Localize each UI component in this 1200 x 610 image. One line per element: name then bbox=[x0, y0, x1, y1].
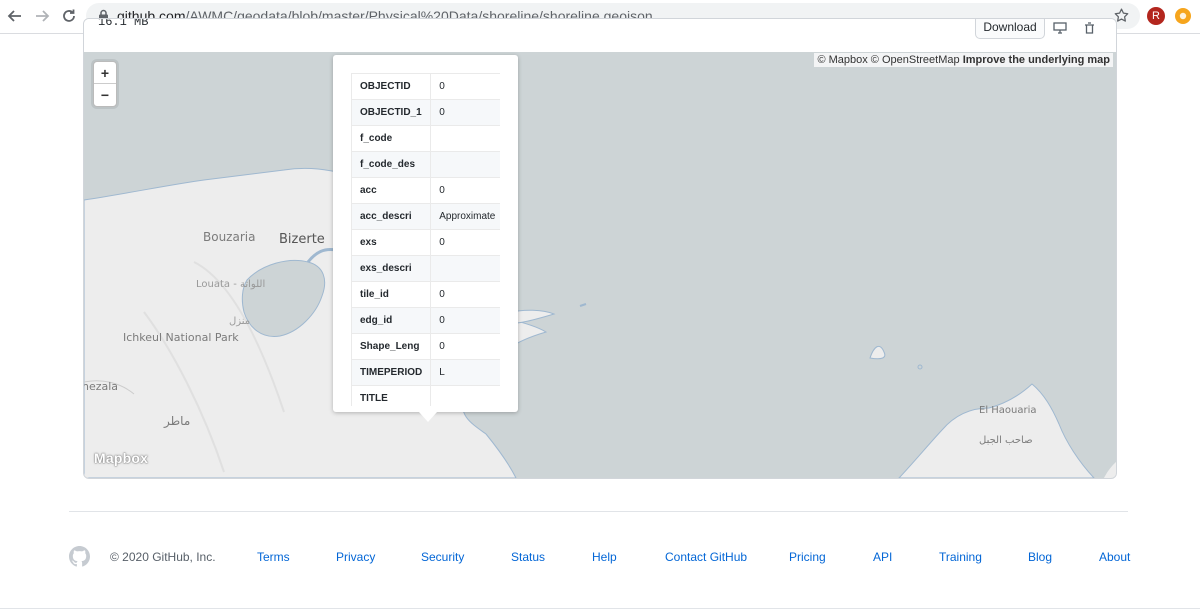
map-base bbox=[84, 52, 1116, 478]
extension-icon[interactable] bbox=[1175, 8, 1191, 24]
reload-icon[interactable] bbox=[58, 5, 80, 27]
back-arrow-icon[interactable] bbox=[4, 5, 26, 27]
property-value bbox=[430, 151, 500, 178]
mapbox-attribution-link[interactable]: © Mapbox bbox=[817, 54, 867, 66]
footer-link-terms[interactable]: Terms bbox=[257, 550, 290, 564]
zoom-control: + − bbox=[93, 61, 117, 107]
property-key: exs_descri bbox=[351, 255, 432, 282]
footer-copyright: © 2020 GitHub, Inc. bbox=[110, 550, 216, 564]
property-key: acc_descri bbox=[351, 203, 432, 230]
property-value: L bbox=[430, 359, 500, 386]
feature-popup: OBJECTID 0 OBJECTID_1 0 f_code f_code_des acc 0… bbox=[333, 55, 518, 412]
map-view[interactable]: Bouzaria Bizerte Louata - اللواتة منزل I… bbox=[84, 52, 1116, 478]
property-key: OBJECTID bbox=[351, 73, 432, 100]
osm-attribution-link[interactable]: © OpenStreetMap bbox=[871, 54, 960, 66]
property-key: OBJECTID_1 bbox=[351, 99, 432, 126]
github-logo-icon[interactable] bbox=[69, 546, 90, 572]
file-header: 16.1 MB Download bbox=[84, 19, 1116, 52]
mapbox-logo[interactable]: Mapbox bbox=[94, 450, 148, 466]
properties-table: OBJECTID 0 OBJECTID_1 0 f_code f_code_des acc 0… bbox=[351, 73, 500, 406]
bottom-divider bbox=[0, 608, 1200, 609]
place-label-ichkeul: Ichkeul National Park bbox=[123, 331, 239, 344]
property-key: acc bbox=[351, 177, 432, 204]
map-attribution: © Mapbox © OpenStreetMap Improve the und… bbox=[814, 53, 1113, 67]
popup-tip bbox=[419, 412, 437, 422]
property-row: Shape_Leng 0 bbox=[351, 333, 500, 360]
footer-link-about[interactable]: About bbox=[1099, 550, 1130, 564]
place-label-mezala: nezala bbox=[84, 380, 119, 393]
footer-link-status[interactable]: Status bbox=[511, 550, 545, 564]
footer-link-blog[interactable]: Blog bbox=[1028, 550, 1052, 564]
property-row: edg_id 0 bbox=[351, 307, 500, 334]
property-value bbox=[430, 255, 500, 282]
property-value bbox=[430, 125, 500, 152]
desktop-icon[interactable] bbox=[1053, 21, 1067, 39]
zoom-in-button[interactable]: + bbox=[94, 62, 116, 84]
improve-map-link[interactable]: Improve the underlying map bbox=[963, 54, 1110, 66]
profile-initial: R bbox=[1152, 10, 1160, 22]
property-key: f_code bbox=[351, 125, 432, 152]
zoom-out-button[interactable]: − bbox=[94, 84, 116, 105]
footer-divider bbox=[69, 511, 1128, 512]
footer-link-privacy[interactable]: Privacy bbox=[336, 550, 375, 564]
property-value: 0 bbox=[430, 99, 500, 126]
property-row: acc_descri Approximate bbox=[351, 203, 500, 230]
property-row: f_code bbox=[351, 125, 500, 152]
property-row: f_code_des bbox=[351, 151, 500, 178]
place-label-louata: Louata - اللواتة bbox=[196, 279, 266, 290]
property-value: 0 bbox=[430, 177, 500, 204]
property-value: 0 bbox=[430, 229, 500, 256]
property-key: TIMEPERIOD bbox=[351, 359, 432, 386]
download-button[interactable]: Download bbox=[975, 19, 1045, 39]
property-key: tile_id bbox=[351, 281, 432, 308]
trash-icon[interactable] bbox=[1084, 21, 1095, 39]
file-size: 16.1 MB bbox=[98, 18, 149, 29]
file-viewer: 16.1 MB Download Bouzaria Bizerte Louata… bbox=[83, 18, 1117, 479]
footer-link-training[interactable]: Training bbox=[939, 550, 982, 564]
property-row: acc 0 bbox=[351, 177, 500, 204]
footer-link-help[interactable]: Help bbox=[592, 550, 617, 564]
property-row: exs 0 bbox=[351, 229, 500, 256]
place-label-el-haouaria: El Haouaria bbox=[979, 405, 1037, 416]
profile-avatar[interactable]: R bbox=[1147, 7, 1165, 25]
place-label-bouzaria: Bouzaria bbox=[203, 230, 256, 244]
property-row: tile_id 0 bbox=[351, 281, 500, 308]
property-row: OBJECTID_1 0 bbox=[351, 99, 500, 126]
property-value: Approximate bbox=[430, 203, 500, 230]
place-label-bizerte: Bizerte bbox=[279, 232, 325, 247]
place-label-haouaria-arabic: صاحب الجبل bbox=[979, 435, 1033, 446]
footer-link-api[interactable]: API bbox=[873, 550, 892, 564]
forward-arrow-icon[interactable] bbox=[31, 5, 53, 27]
property-value: 0 bbox=[430, 73, 500, 100]
place-label-mateur: ماطر bbox=[164, 414, 191, 428]
popup-scroll-area[interactable]: OBJECTID 0 OBJECTID_1 0 f_code f_code_des acc 0… bbox=[351, 73, 500, 406]
property-row: TITLE bbox=[351, 385, 500, 406]
place-label-menzel: منزل bbox=[229, 316, 251, 327]
property-key: f_code_des bbox=[351, 151, 432, 178]
property-key: exs bbox=[351, 229, 432, 256]
footer-link-security[interactable]: Security bbox=[421, 550, 464, 564]
property-key: Shape_Leng bbox=[351, 333, 432, 360]
property-value: 0 bbox=[430, 281, 500, 308]
footer-link-pricing[interactable]: Pricing bbox=[789, 550, 826, 564]
property-value bbox=[430, 385, 500, 406]
property-key: TITLE bbox=[351, 385, 432, 406]
property-row: TIMEPERIOD L bbox=[351, 359, 500, 386]
property-value: 0 bbox=[430, 333, 500, 360]
footer-link-contact-github[interactable]: Contact GitHub bbox=[665, 550, 747, 564]
property-value: 0 bbox=[430, 307, 500, 334]
property-row: exs_descri bbox=[351, 255, 500, 282]
property-key: edg_id bbox=[351, 307, 432, 334]
property-row: OBJECTID 0 bbox=[351, 73, 500, 100]
